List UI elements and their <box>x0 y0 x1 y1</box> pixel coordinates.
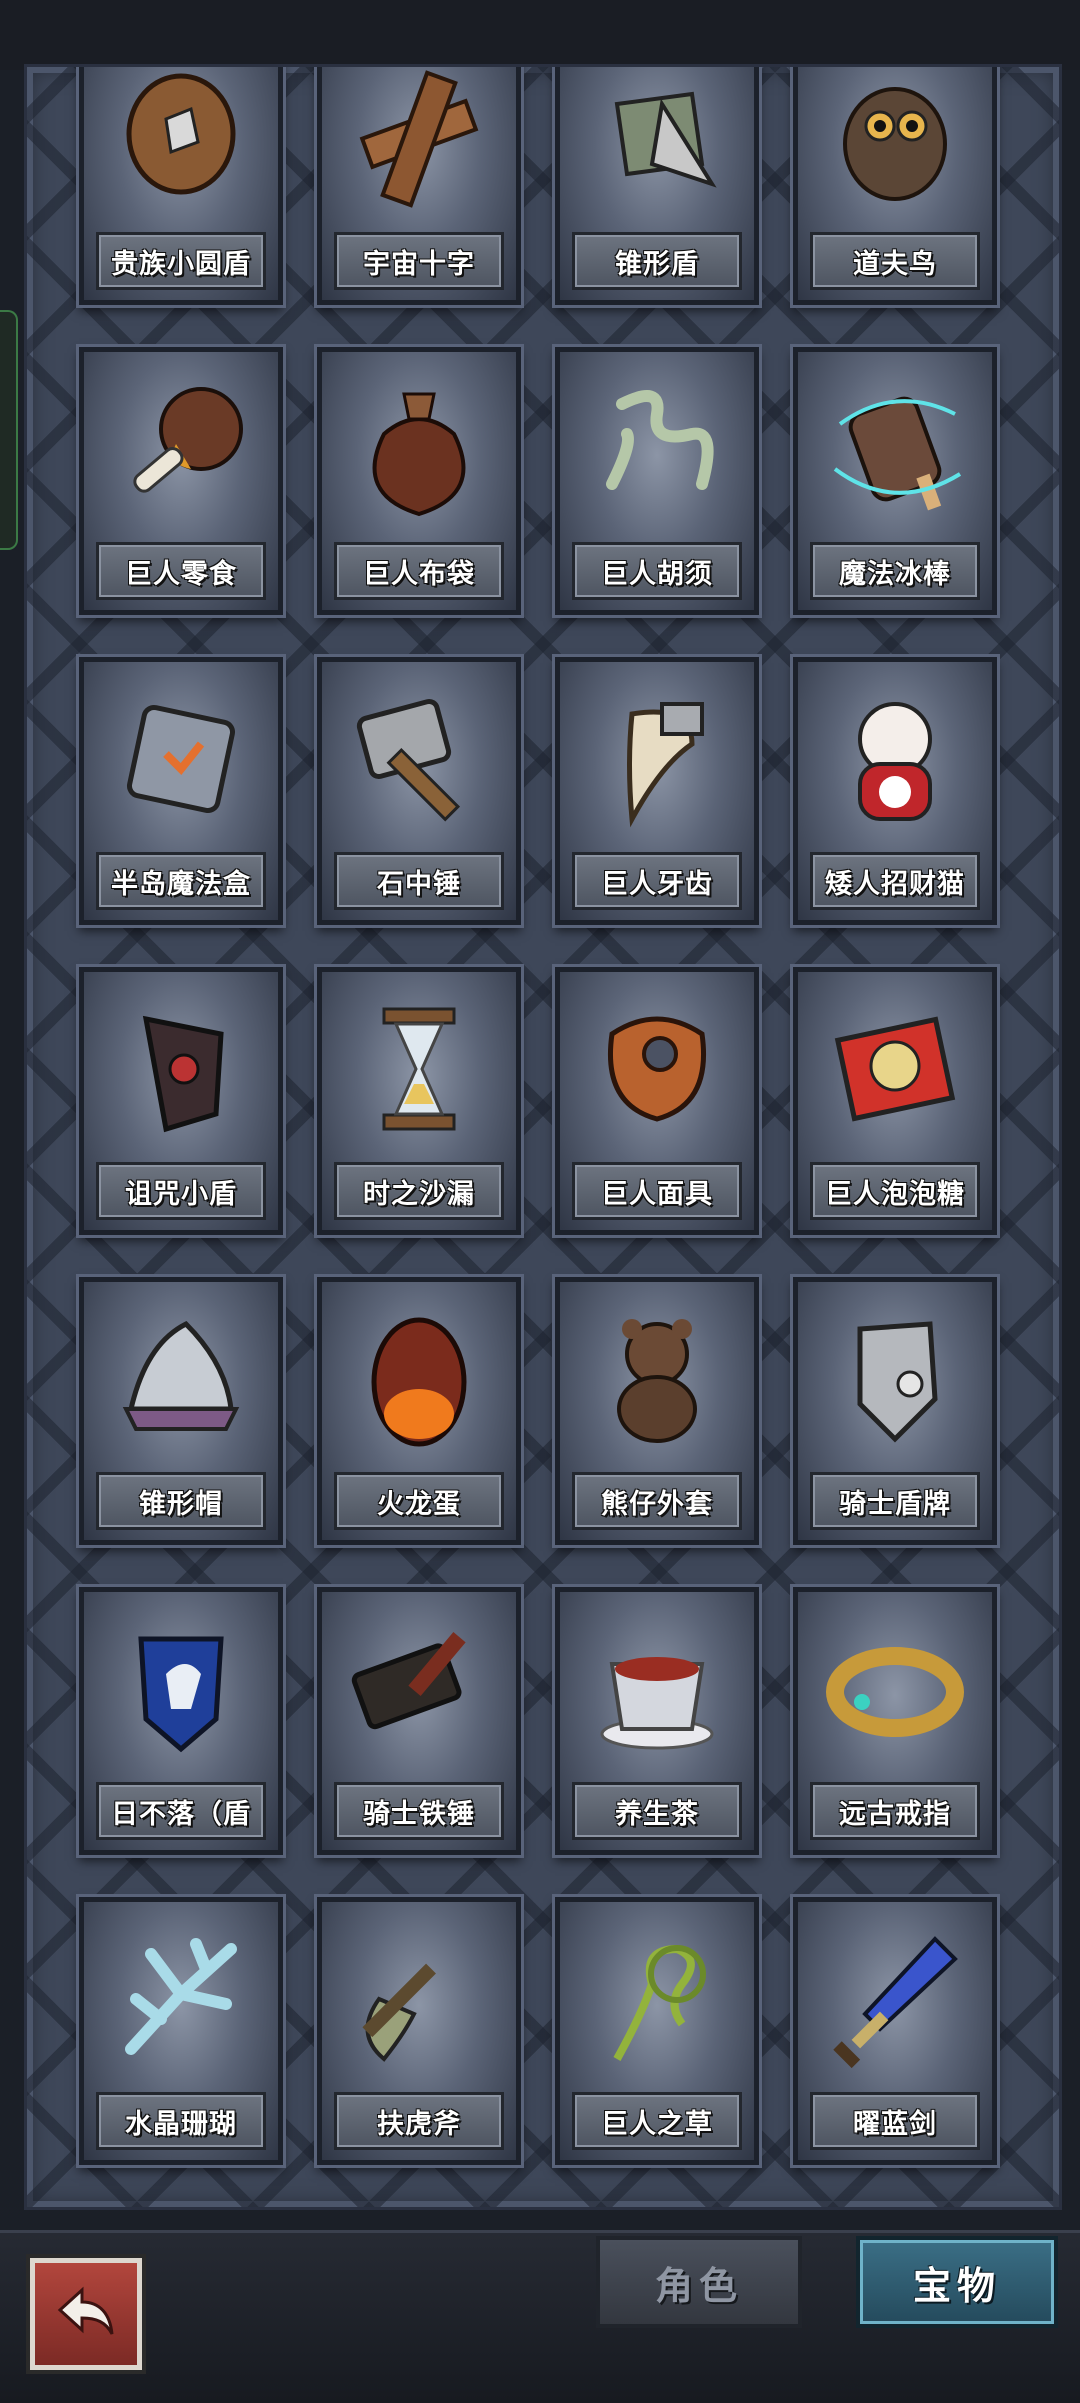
treasure-name: 石中锤 <box>334 852 504 910</box>
treasure-grid: 贵族小圆盾 宇宙十字 锥形盾 道夫鸟 巨人零食 巨人布袋 巨人胡须 魔法冰棒 半岛魔法盒 石中锤巨… <box>27 67 1059 2207</box>
treasure-card[interactable]: 巨人零食 <box>79 347 283 615</box>
treasure-name: 巨人布袋 <box>334 542 504 600</box>
cone-helmet-icon <box>122 1320 240 1431</box>
knight-shield-icon <box>857 1321 938 1443</box>
treasure-card[interactable]: 魔法冰棒 <box>793 347 997 615</box>
treasure-name: 熊仔外套 <box>572 1472 742 1530</box>
treasure-name: 道夫鸟 <box>810 232 980 290</box>
lion-crest-shield-icon <box>138 1636 224 1753</box>
return-arrow-icon <box>57 2286 114 2335</box>
treasure-card[interactable]: 巨人面具 <box>555 967 759 1235</box>
treasure-name: 骑士铁锤 <box>334 1782 504 1840</box>
treasure-name: 火龙蛋 <box>334 1472 504 1530</box>
treasure-name: 时之沙漏 <box>334 1162 504 1220</box>
treasure-card[interactable]: 矮人招财猫 <box>793 657 997 925</box>
treasure-card[interactable]: 贵族小圆盾 <box>79 67 283 305</box>
top-area <box>0 0 1080 70</box>
bubblegum-pack-icon <box>834 1016 956 1122</box>
treasure-card[interactable]: 扶虎斧 <box>317 1897 521 2165</box>
treasure-name: 巨人胡须 <box>572 542 742 600</box>
treasure-name: 诅咒小盾 <box>96 1162 266 1220</box>
meat-drumstick-icon <box>133 387 243 493</box>
wooden-cross-icon <box>359 70 479 208</box>
treasure-card[interactable]: 远古戒指 <box>793 1587 997 1855</box>
treasure-card[interactable]: 熊仔外套 <box>555 1277 759 1545</box>
treasure-name: 锥形帽 <box>96 1472 266 1530</box>
treasure-card[interactable]: 锥形盾 <box>555 67 759 305</box>
treasure-grid-panel: 贵族小圆盾 宇宙十字 锥形盾 道夫鸟 巨人零食 巨人布袋 巨人胡须 魔法冰棒 半岛魔法盒 石中锤巨… <box>24 64 1062 2210</box>
blue-sword-icon <box>833 1936 958 2069</box>
treasure-name: 养生茶 <box>572 1782 742 1840</box>
treasure-card[interactable]: 石中锤 <box>317 657 521 925</box>
treasure-name: 扶虎斧 <box>334 2092 504 2150</box>
treasure-card[interactable]: 日不落（盾 <box>79 1587 283 1855</box>
treasure-card[interactable]: 锥形帽 <box>79 1277 283 1545</box>
treasure-card[interactable]: 巨人布袋 <box>317 347 521 615</box>
treasure-card[interactable]: 时之沙漏 <box>317 967 521 1235</box>
treasure-card[interactable]: 诅咒小盾 <box>79 967 283 1235</box>
treasure-card[interactable]: 火龙蛋 <box>317 1277 521 1545</box>
cone-shield-icon <box>614 91 717 188</box>
treasure-name: 巨人泡泡糖 <box>810 1162 980 1220</box>
treasure-name: 巨人面具 <box>572 1162 742 1220</box>
lucky-cat-icon <box>858 702 932 821</box>
crystal-coral-icon <box>125 1938 237 2055</box>
cursed-shield-icon <box>142 1015 224 1133</box>
treasure-name: 巨人之草 <box>572 2092 742 2150</box>
treasure-card[interactable]: 水晶珊瑚 <box>79 1897 283 2165</box>
treasure-card[interactable]: 巨人胡须 <box>555 347 759 615</box>
knight-hammer-icon <box>351 1632 466 1730</box>
tab-role[interactable]: 角色 <box>596 2236 802 2328</box>
treasure-name: 日不落（盾 <box>96 1782 266 1840</box>
treasure-name: 宇宙十字 <box>334 232 504 290</box>
treasure-name: 远古戒指 <box>810 1782 980 1840</box>
treasure-name: 锥形盾 <box>572 232 742 290</box>
treasure-card[interactable]: 骑士铁锤 <box>317 1587 521 1855</box>
stone-hammer-icon <box>356 698 461 822</box>
treasure-name: 巨人牙齿 <box>572 852 742 910</box>
treasure-card[interactable]: 宇宙十字 <box>317 67 521 305</box>
round-shield-icon <box>126 73 236 195</box>
treasure-name: 巨人零食 <box>96 542 266 600</box>
treasure-card[interactable]: 道夫鸟 <box>793 67 997 305</box>
giant-grass-icon <box>613 1944 706 2061</box>
teddy-bear-icon <box>617 1319 697 1443</box>
magic-cube-icon <box>126 704 236 814</box>
treasure-name: 骑士盾牌 <box>810 1472 980 1530</box>
cloth-sack-icon <box>372 392 466 517</box>
treasure-name: 魔法冰棒 <box>810 542 980 600</box>
back-button[interactable] <box>30 2258 142 2370</box>
fire-dragon-egg-icon <box>371 1317 467 1447</box>
treasure-card[interactable]: 半岛魔法盒 <box>79 657 283 925</box>
tea-cup-icon <box>600 1657 714 1750</box>
treasure-card[interactable]: 巨人牙齿 <box>555 657 759 925</box>
treasure-name: 水晶珊瑚 <box>96 2092 266 2150</box>
treasure-card[interactable]: 曜蓝剑 <box>793 1897 997 2165</box>
treasure-card[interactable]: 巨人之草 <box>555 1897 759 2165</box>
magic-popsicle-icon <box>833 396 962 511</box>
giant-tooth-icon <box>627 702 704 828</box>
treasure-name: 贵族小圆盾 <box>96 232 266 290</box>
treasure-name: 半岛魔法盒 <box>96 852 266 910</box>
owl-bird-icon <box>843 87 947 201</box>
treasure-card[interactable]: 巨人泡泡糖 <box>793 967 997 1235</box>
tab-treasure[interactable]: 宝物 <box>856 2236 1058 2328</box>
ancient-ring-icon <box>826 1647 964 1737</box>
treasure-name: 矮人招财猫 <box>810 852 980 910</box>
treasure-card[interactable]: 骑士盾牌 <box>793 1277 997 1545</box>
beard-hair-icon <box>606 390 714 490</box>
treasure-card[interactable]: 养生茶 <box>555 1587 759 1855</box>
hourglass-icon <box>382 1007 456 1131</box>
tiger-axe-icon <box>362 1963 436 2062</box>
giant-mask-icon <box>608 1016 706 1122</box>
side-pull-tab[interactable] <box>0 310 18 550</box>
treasure-name: 曜蓝剑 <box>810 2092 980 2150</box>
